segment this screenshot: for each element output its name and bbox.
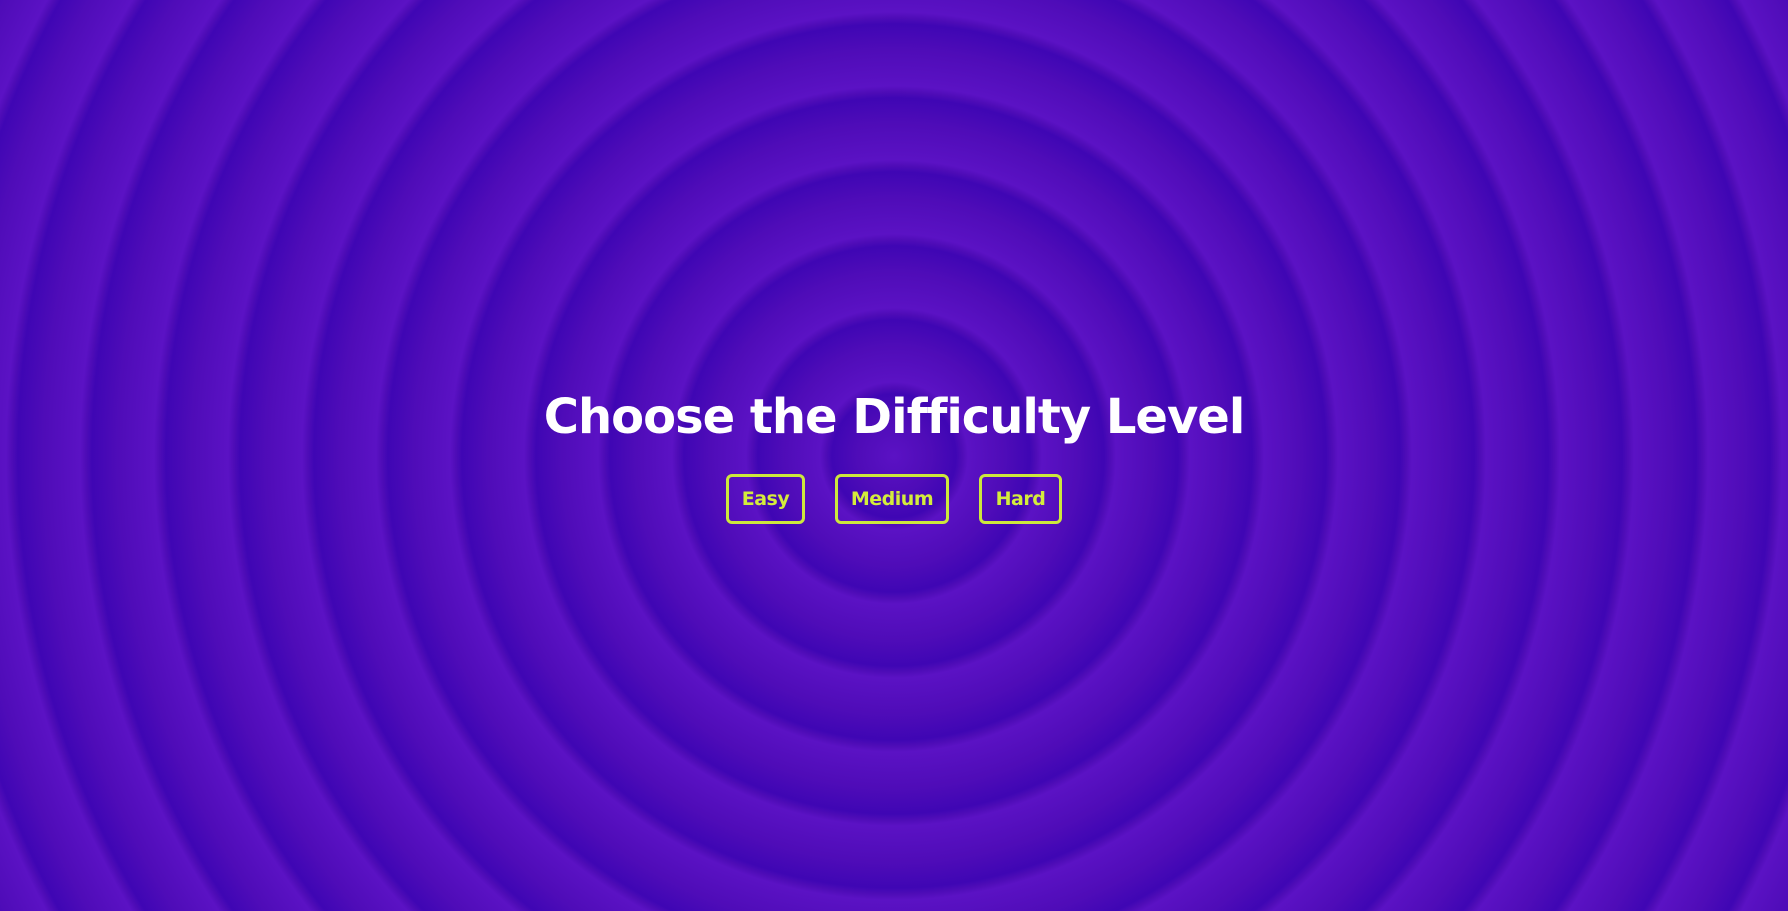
medium-button[interactable]: Medium bbox=[835, 474, 949, 524]
hard-button[interactable]: Hard bbox=[979, 474, 1062, 524]
page-title: Choose the Difficulty Level bbox=[543, 389, 1246, 445]
easy-button[interactable]: Easy bbox=[726, 474, 805, 524]
difficulty-button-group: Easy Medium Hard bbox=[0, 474, 1788, 524]
difficulty-screen: Choose the Difficulty Level Easy Medium … bbox=[0, 0, 1788, 911]
